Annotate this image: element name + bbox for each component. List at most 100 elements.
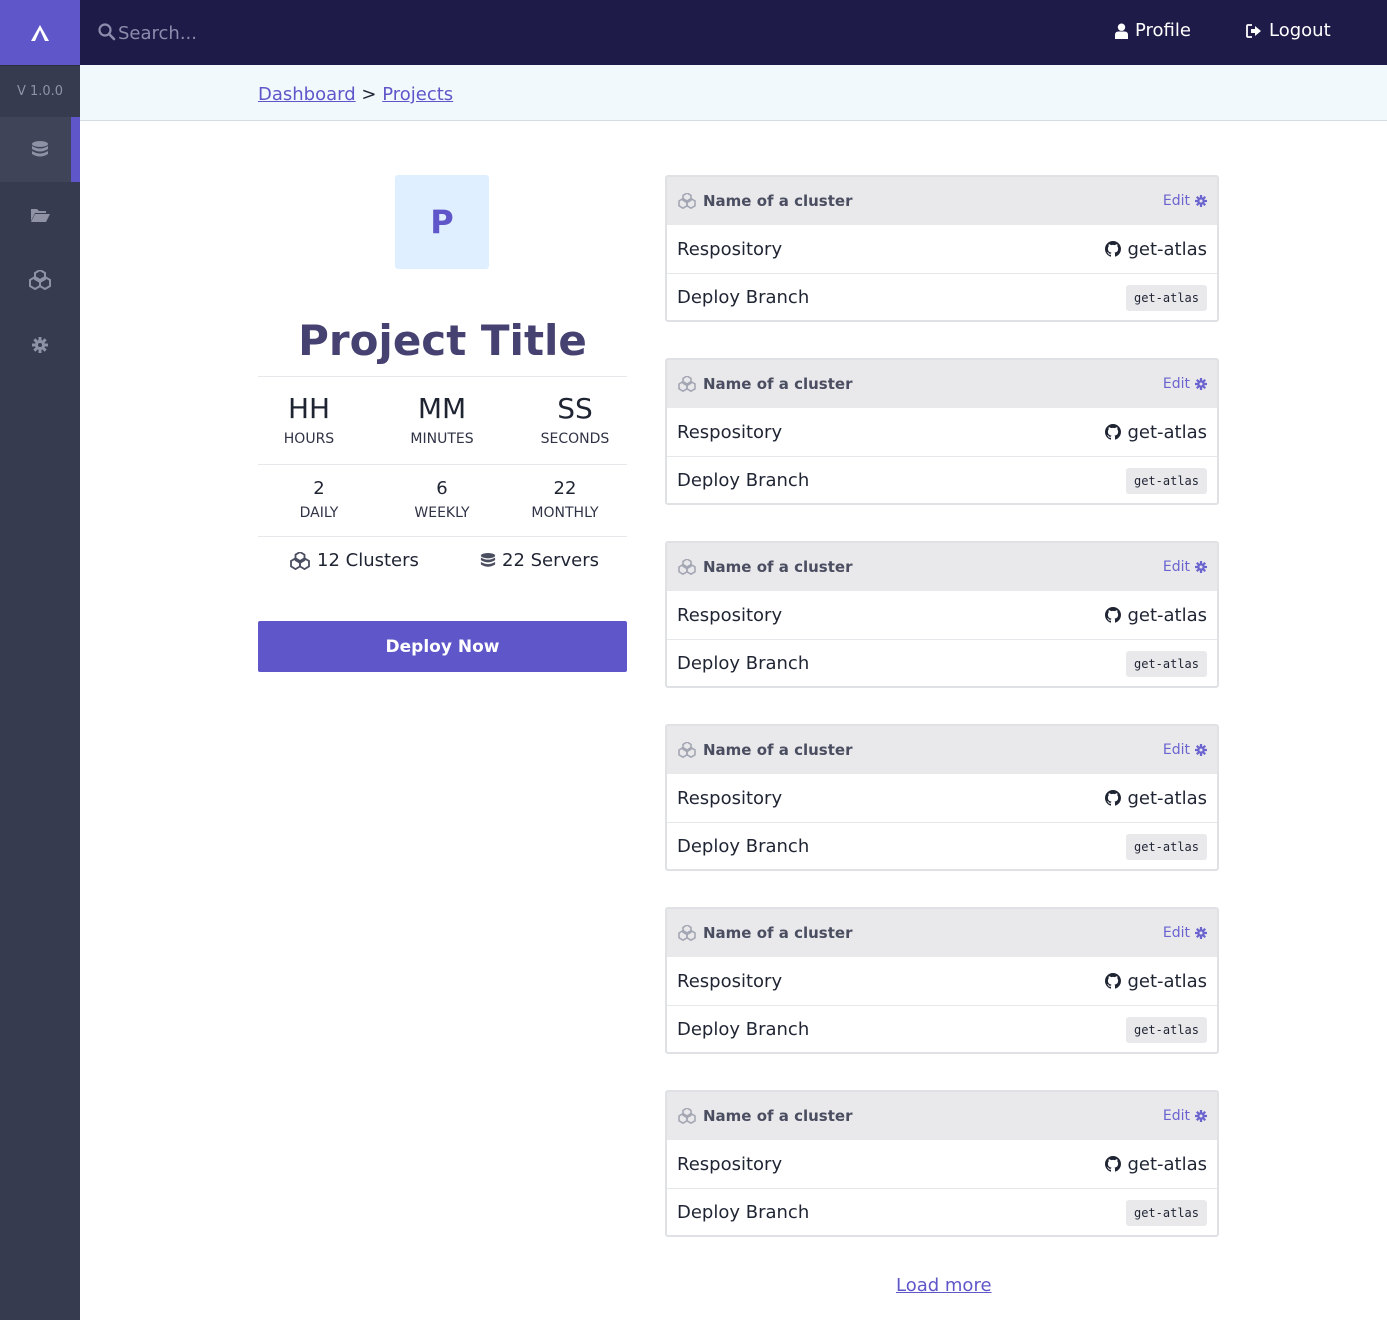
sidebar-item-settings[interactable] bbox=[0, 312, 80, 377]
stat-hours-label: HOURS bbox=[283, 431, 335, 447]
divider bbox=[258, 536, 627, 537]
breadcrumb: Dashboard > Projects bbox=[258, 84, 453, 105]
cluster-name: Name of a cluster bbox=[703, 741, 853, 759]
logo-icon bbox=[31, 24, 49, 41]
repository-value: get-atlas bbox=[1127, 970, 1207, 992]
logout-link[interactable]: Logout bbox=[1246, 20, 1331, 41]
clusters-count: 12 Clusters bbox=[289, 550, 419, 571]
sidebar-item-clusters[interactable] bbox=[0, 247, 80, 312]
cubes-icon bbox=[678, 1108, 696, 1124]
edit-cluster-link[interactable]: Edit bbox=[1163, 193, 1207, 209]
deploy-branch-row: Deploy Branch get-atlas bbox=[667, 1005, 1217, 1052]
gear-icon bbox=[1195, 378, 1207, 390]
clusters-count-label: 12 Clusters bbox=[317, 550, 419, 571]
repository-value: get-atlas bbox=[1127, 787, 1207, 809]
repository-link[interactable]: get-atlas bbox=[1105, 971, 1207, 992]
github-icon bbox=[1105, 241, 1122, 257]
stat-weekly-value: 6 bbox=[436, 478, 448, 499]
github-icon bbox=[1105, 973, 1122, 989]
stat-monthly-label: MONTHLY bbox=[531, 505, 599, 521]
deploy-branch-value: get-atlas bbox=[1125, 284, 1207, 311]
stat-daily: 2 DAILY bbox=[264, 478, 374, 521]
gear-icon bbox=[1195, 195, 1207, 207]
gear-icon bbox=[1195, 744, 1207, 756]
edit-label: Edit bbox=[1162, 193, 1190, 209]
logout-label: Logout bbox=[1269, 20, 1331, 41]
repository-link[interactable]: get-atlas bbox=[1105, 239, 1207, 260]
breadcrumb-separator: > bbox=[361, 84, 377, 105]
user-icon bbox=[1115, 23, 1128, 39]
cluster-card: Name of a cluster Edit Respository get-atla… bbox=[665, 541, 1219, 688]
cluster-name: Name of a cluster bbox=[703, 924, 853, 942]
profile-label: Profile bbox=[1135, 20, 1191, 41]
sidebar-item-projects[interactable] bbox=[0, 182, 80, 247]
cluster-card-header: Name of a cluster Edit bbox=[667, 1092, 1217, 1140]
project-title: Project Title bbox=[298, 316, 587, 365]
gear-icon bbox=[32, 336, 48, 353]
stat-weekly-label: WEEKLY bbox=[414, 505, 470, 521]
stat-seconds-label: SECONDS bbox=[540, 431, 610, 447]
repository-label: Respository bbox=[677, 238, 783, 260]
repository-row: Respository get-atlas bbox=[667, 225, 1217, 273]
stat-monthly-value: 22 bbox=[553, 478, 577, 499]
database-icon bbox=[480, 552, 496, 567]
top-navigation-bar: Profile Logout bbox=[80, 0, 1387, 65]
search-input[interactable] bbox=[118, 17, 518, 49]
edit-cluster-link[interactable]: Edit bbox=[1163, 1108, 1207, 1124]
cluster-card: Name of a cluster Edit Respository get-atla… bbox=[665, 175, 1219, 322]
deploy-branch-label: Deploy Branch bbox=[677, 1019, 810, 1040]
project-avatar: P bbox=[395, 175, 489, 269]
repository-label: Respository bbox=[677, 604, 783, 626]
cubes-icon bbox=[678, 925, 696, 941]
servers-count-label: 22 Servers bbox=[502, 550, 600, 571]
cluster-name: Name of a cluster bbox=[703, 1107, 853, 1125]
github-icon bbox=[1105, 1156, 1122, 1172]
repository-link[interactable]: get-atlas bbox=[1105, 605, 1207, 626]
repository-link[interactable]: get-atlas bbox=[1105, 788, 1207, 809]
gear-icon bbox=[1195, 927, 1207, 939]
deploy-now-button[interactable]: Deploy Now bbox=[258, 621, 627, 672]
folder-open-icon bbox=[31, 208, 50, 222]
repository-label: Respository bbox=[677, 970, 783, 992]
profile-link[interactable]: Profile bbox=[1115, 20, 1191, 41]
repository-label: Respository bbox=[677, 421, 783, 443]
stat-weekly: 6 WEEKLY bbox=[387, 478, 497, 521]
edit-label: Edit bbox=[1162, 1108, 1190, 1124]
deploy-branch-label: Deploy Branch bbox=[677, 836, 810, 857]
deploy-branch-row: Deploy Branch get-atlas bbox=[667, 273, 1217, 320]
sign-out-icon bbox=[1246, 23, 1261, 38]
cluster-card-header: Name of a cluster Edit bbox=[667, 177, 1217, 225]
sidebar: V 1.0.0 bbox=[0, 0, 80, 1320]
cluster-card: Name of a cluster Edit Respository get-atla… bbox=[665, 907, 1219, 1054]
breadcrumb-dashboard-link[interactable]: Dashboard bbox=[258, 84, 356, 105]
edit-cluster-link[interactable]: Edit bbox=[1163, 742, 1207, 758]
load-more-link[interactable]: Load more bbox=[896, 1275, 992, 1296]
deploy-branch-value: get-atlas bbox=[1125, 1199, 1207, 1226]
deploy-branch-label: Deploy Branch bbox=[677, 470, 810, 491]
cluster-name: Name of a cluster bbox=[703, 375, 853, 393]
cluster-card-header: Name of a cluster Edit bbox=[667, 360, 1217, 408]
edit-cluster-link[interactable]: Edit bbox=[1163, 559, 1207, 575]
repository-row: Respository get-atlas bbox=[667, 408, 1217, 456]
app-logo[interactable] bbox=[0, 0, 80, 65]
repository-link[interactable]: get-atlas bbox=[1105, 1154, 1207, 1175]
cubes-icon bbox=[29, 269, 51, 290]
repository-link[interactable]: get-atlas bbox=[1105, 422, 1207, 443]
edit-cluster-link[interactable]: Edit bbox=[1163, 925, 1207, 941]
stat-seconds-value: SS bbox=[557, 392, 593, 425]
stat-hours-value: HH bbox=[287, 392, 331, 425]
stat-hours: HH HOURS bbox=[254, 392, 364, 447]
cubes-icon bbox=[678, 742, 696, 758]
breadcrumb-projects-link[interactable]: Projects bbox=[382, 84, 453, 105]
github-icon bbox=[1105, 607, 1122, 623]
edit-cluster-link[interactable]: Edit bbox=[1163, 376, 1207, 392]
breadcrumb-bar: Dashboard > Projects bbox=[80, 65, 1387, 121]
edit-label: Edit bbox=[1162, 742, 1190, 758]
sidebar-item-servers[interactable] bbox=[0, 117, 80, 182]
edit-label: Edit bbox=[1162, 376, 1190, 392]
search-icon bbox=[98, 23, 116, 41]
cubes-icon bbox=[290, 551, 310, 570]
deploy-branch-label: Deploy Branch bbox=[677, 287, 810, 308]
stat-daily-value: 2 bbox=[313, 478, 325, 499]
repository-label: Respository bbox=[677, 1153, 783, 1175]
